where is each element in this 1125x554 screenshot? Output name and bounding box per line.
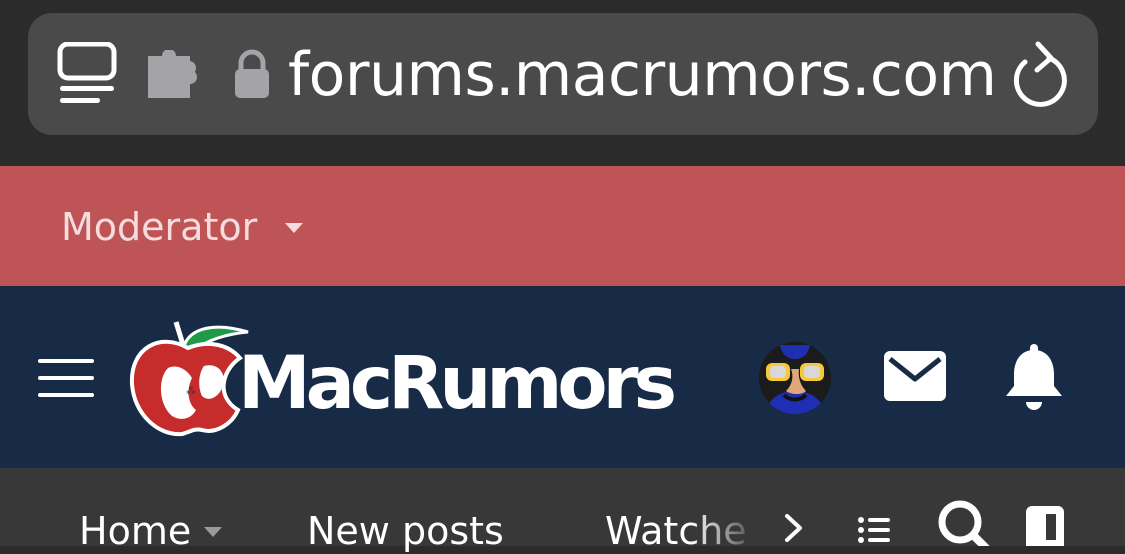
- moderator-menu-label[interactable]: Moderator: [61, 204, 257, 250]
- list-icon[interactable]: [858, 516, 890, 546]
- svg-text:⁂: ⁂: [186, 385, 196, 397]
- bell-icon[interactable]: [1004, 344, 1064, 412]
- site-logo-text[interactable]: MacRumors: [238, 341, 677, 427]
- reload-icon[interactable]: [1004, 38, 1070, 108]
- tabs-overview-icon[interactable]: [56, 42, 118, 108]
- extension-icon[interactable]: [144, 50, 206, 100]
- macrumors-apple-logo[interactable]: ⁂: [128, 318, 252, 440]
- sidebar-toggle-icon[interactable]: [1026, 506, 1064, 546]
- url-text[interactable]: forums.macrumors.com: [288, 40, 997, 110]
- hamburger-menu-icon[interactable]: [38, 359, 94, 397]
- home-dropdown-caret-icon[interactable]: [203, 526, 223, 538]
- lock-icon: [235, 49, 269, 98]
- user-avatar[interactable]: [758, 341, 832, 415]
- caret-down-icon[interactable]: [284, 222, 304, 234]
- mail-icon[interactable]: [884, 351, 946, 401]
- search-icon[interactable]: [936, 498, 994, 546]
- tab-home[interactable]: Home: [79, 508, 191, 554]
- chevron-right-icon[interactable]: [784, 514, 804, 542]
- tab-new-posts[interactable]: New posts: [307, 508, 504, 554]
